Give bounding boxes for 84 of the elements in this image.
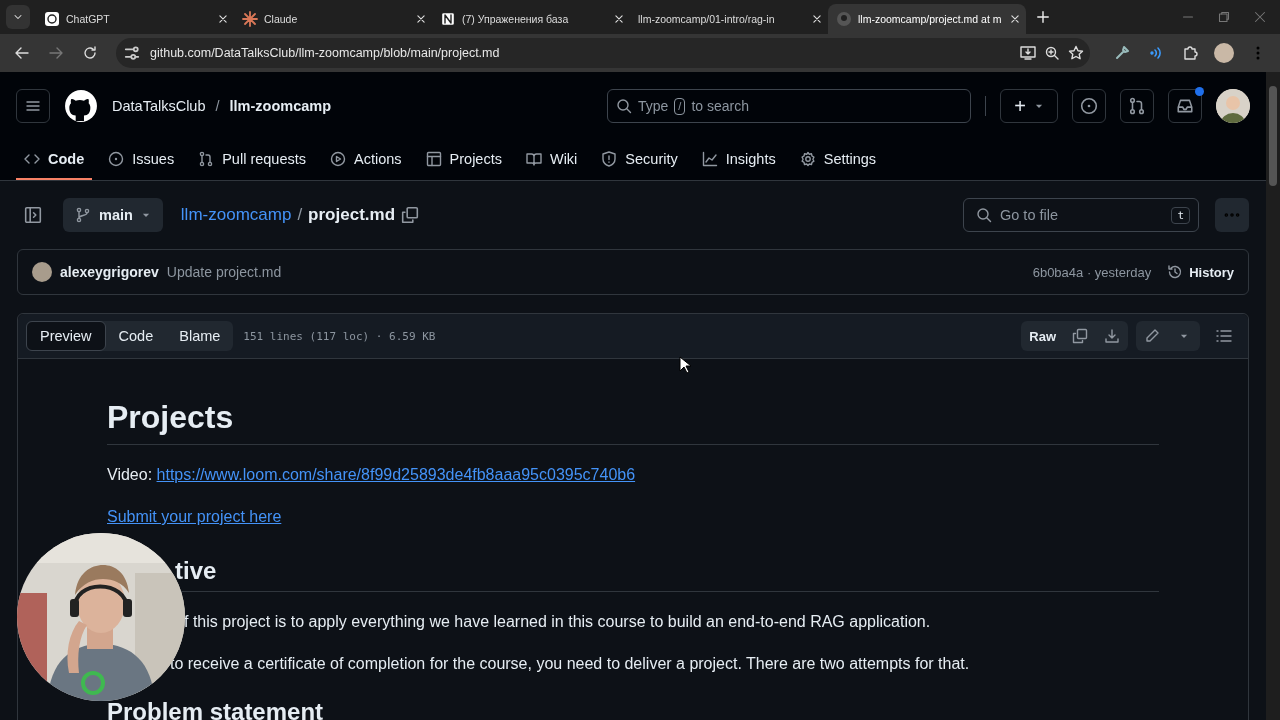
back-icon[interactable] <box>14 45 30 61</box>
video-link[interactable]: https://www.loom.com/share/8f99d25893de4fb8aaa95c0395c740b6 <box>156 466 636 483</box>
graph-icon <box>701 151 718 167</box>
submit-link[interactable]: Submit your project here <box>107 508 282 525</box>
plus-icon <box>1036 10 1050 24</box>
repo-tab[interactable]: Code <box>16 140 93 180</box>
puzzle-icon[interactable] <box>1182 45 1198 61</box>
book-icon <box>525 151 542 167</box>
commit-message[interactable]: Update project.md <box>166 264 282 280</box>
outline-icon[interactable] <box>1216 328 1232 344</box>
create-new-button[interactable]: + <box>1000 89 1058 123</box>
view-tab[interactable]: Code <box>105 321 167 351</box>
reload-icon[interactable] <box>82 45 98 61</box>
tab-list-button[interactable] <box>6 5 30 29</box>
inbox-icon[interactable] <box>1176 97 1194 115</box>
copy-icon[interactable] <box>1072 328 1088 344</box>
branch-icon <box>75 207 91 223</box>
sound-waves-icon[interactable] <box>1148 45 1164 61</box>
repo-tab[interactable]: Projects <box>417 140 510 180</box>
install-icon[interactable] <box>1020 45 1036 61</box>
user-avatar[interactable] <box>1216 89 1250 123</box>
play-icon <box>330 151 346 167</box>
side-panel-icon[interactable] <box>24 206 42 224</box>
notebook-icon <box>440 11 456 27</box>
video-label: Video: <box>107 466 153 483</box>
history-icon <box>1167 264 1184 280</box>
scrollbar[interactable] <box>1266 72 1280 720</box>
repo-link[interactable]: llm-zoomcamp <box>180 205 292 225</box>
notification-dot <box>1195 87 1204 96</box>
pull-request-icon <box>198 151 215 167</box>
page-heading: Projects <box>107 399 1159 445</box>
section-heading: Problem statement <box>107 698 325 720</box>
site-settings-icon[interactable] <box>122 43 142 63</box>
repo-tab[interactable]: Issues <box>100 140 183 180</box>
commit-info: 6b0ba4a · yesterday <box>1032 264 1152 280</box>
restore-icon[interactable] <box>1218 11 1230 23</box>
repo-tab[interactable]: Security <box>593 140 686 180</box>
commit-author[interactable]: alexeygrigorev <box>60 264 159 280</box>
issue-icon[interactable] <box>1080 97 1098 115</box>
owner-link[interactable]: DataTalksClub <box>112 98 206 114</box>
search-icon <box>976 207 992 223</box>
search-field[interactable]: Type / to search <box>607 89 971 123</box>
file-info: 151 lines (117 loc) · 6.59 KB <box>243 329 436 343</box>
eyedropper-icon[interactable] <box>1114 45 1130 61</box>
breadcrumb-separator: / <box>297 205 303 225</box>
repo-tab[interactable]: Insights <box>693 140 784 180</box>
browser-tab[interactable]: llm-zoomcamp/project.md at m <box>828 4 1026 34</box>
paragraph: f this project is to apply everything we have learned in this course to build an end-to-end RAG application. <box>183 612 932 632</box>
profile-avatar[interactable] <box>1214 43 1234 63</box>
browser-tab[interactable]: Claude <box>234 4 432 34</box>
file-name: project.md <box>308 205 395 225</box>
scrollbar-thumb[interactable] <box>1269 86 1277 186</box>
gear-icon <box>799 151 816 167</box>
go-to-file-field[interactable]: Go to file t <box>963 198 1199 232</box>
repo-tab[interactable]: Settings <box>791 140 885 180</box>
pull-request-icon[interactable] <box>1128 97 1146 115</box>
address-bar[interactable]: github.com/DataTalksClub/llm-zoomcamp/blob/main/project.md <box>116 38 1090 68</box>
mouse-cursor-icon <box>679 356 691 374</box>
browser-tab[interactable]: ChatGPT <box>36 4 234 34</box>
pencil-icon[interactable] <box>1144 328 1160 344</box>
author-avatar[interactable] <box>32 262 52 282</box>
repo-tab[interactable]: Pull requests <box>190 140 314 180</box>
issue-icon <box>108 151 125 167</box>
view-tab[interactable]: Blame <box>166 321 234 351</box>
breadcrumb-separator: / <box>215 98 220 114</box>
shield-icon <box>601 151 618 167</box>
repo-tab[interactable]: Wiki <box>517 140 586 180</box>
menu-icon[interactable] <box>25 98 41 114</box>
browser-tab[interactable]: llm-zoomcamp/01-intro/rag-in <box>630 4 828 34</box>
forward-icon[interactable] <box>48 45 64 61</box>
repo-link[interactable]: llm-zoomcamp <box>229 98 332 114</box>
table-icon <box>425 151 442 167</box>
bookmark-star-icon[interactable] <box>1068 45 1084 61</box>
chat-logo-icon <box>44 11 60 27</box>
browser-tab[interactable]: (7) Упраженения база <box>432 4 630 34</box>
search-icon <box>616 98 632 114</box>
history-button[interactable]: History <box>1167 264 1234 280</box>
sunburst-icon <box>242 11 258 27</box>
zoom-icon[interactable] <box>1044 45 1060 61</box>
view-tab[interactable]: Preview <box>26 321 106 351</box>
branch-selector[interactable]: main <box>63 198 163 232</box>
repo-tab[interactable]: Actions <box>322 140 410 180</box>
download-icon[interactable] <box>1104 328 1120 344</box>
copy-icon[interactable] <box>401 206 419 224</box>
